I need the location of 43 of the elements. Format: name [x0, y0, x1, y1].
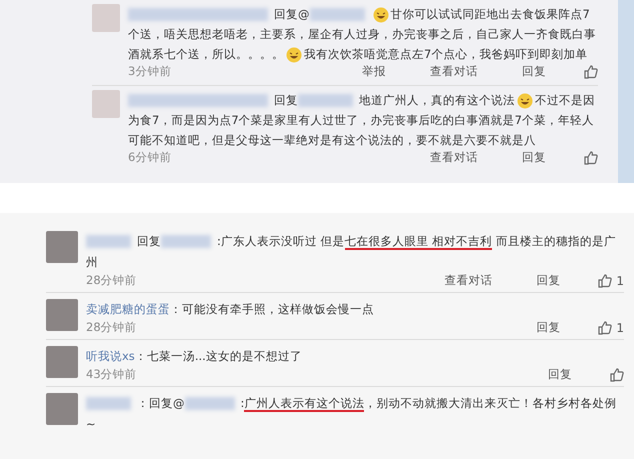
avatar[interactable] — [46, 393, 78, 425]
avatar[interactable] — [46, 346, 78, 378]
action-link[interactable]: 查看对话 — [430, 64, 478, 79]
blurred-name — [161, 235, 211, 248]
timestamp: 28分钟前 — [86, 320, 138, 335]
comment-text: 卖减肥糖的蛋蛋：可能没有牵手照，这样做饭会慢一点 — [86, 301, 375, 318]
scrollbar[interactable] — [618, 0, 634, 183]
avatar[interactable] — [46, 299, 78, 331]
avatar[interactable] — [46, 231, 78, 263]
thumbs-up-icon[interactable] — [598, 274, 612, 288]
laughing-face-icon — [517, 92, 533, 109]
thumbs-up-icon[interactable] — [584, 64, 598, 78]
comment-text: 回复 地道广州人，真的有这个说法 不过不是因为食7，而是因为点7个菜是家里有人过世了，办完丧事后吃的白事酒就是7个菜，年轻人可能不知道吧，但是父母这一辈绝对是有这个说法的，要不就是六要不就是八 — [128, 92, 596, 149]
comment-text: 回复 :广东人表示没听过 但是七在很多人眼里 相对不吉利 而且楼主的穗指的是广州 — [86, 233, 617, 271]
laughing-face-icon — [372, 6, 388, 23]
comment-text: 回复@ 甘你可以试试同距地出去食饭果阵点7个送，唔关思想老唔老，主要系，屋企有人过身，办完丧事之后，自己家人一齐食既白事酒就系七个送，所以。。。。 我有次饮茶唔觉意点左7个点心，我爸妈吓到即刻加单 — [128, 6, 597, 64]
action-link[interactable]: 回复 — [548, 367, 572, 382]
timestamp: 3分钟前 — [128, 64, 172, 79]
action-link[interactable]: 回复 — [522, 150, 546, 165]
timestamp: 43分钟前 — [86, 367, 138, 382]
laughing-face-icon — [286, 46, 302, 63]
action-link[interactable]: 回复 — [536, 320, 560, 335]
avatar[interactable] — [92, 90, 120, 118]
blurred-name — [86, 397, 131, 410]
blurred-name — [86, 235, 131, 248]
comment-text: 听我说xs：七菜一汤...这女的是不想过了 — [86, 348, 303, 365]
thumbs-up-icon[interactable] — [598, 320, 612, 334]
comment-text: ：回复@ :广州人表示有这个说法，别动不动就搬大清出来灭亡！各村乡村各处例~ — [86, 395, 618, 433]
action-link[interactable]: 查看对话 — [444, 273, 492, 288]
timestamp: 6分钟前 — [128, 150, 172, 165]
like-count: 1 — [616, 274, 624, 288]
blurred-name — [184, 397, 234, 410]
timestamp: 28分钟前 — [86, 273, 138, 288]
thumbs-up-icon[interactable] — [610, 368, 624, 382]
action-link[interactable]: 举报 — [362, 64, 386, 79]
avatar[interactable] — [92, 4, 120, 32]
action-link[interactable]: 回复 — [536, 273, 560, 288]
blurred-name — [298, 94, 353, 108]
like-count: 1 — [616, 320, 624, 334]
action-link[interactable]: 回复 — [522, 64, 546, 79]
thumbs-up-icon[interactable] — [584, 150, 598, 164]
action-link[interactable]: 查看对话 — [430, 150, 478, 165]
blurred-name — [310, 8, 364, 22]
